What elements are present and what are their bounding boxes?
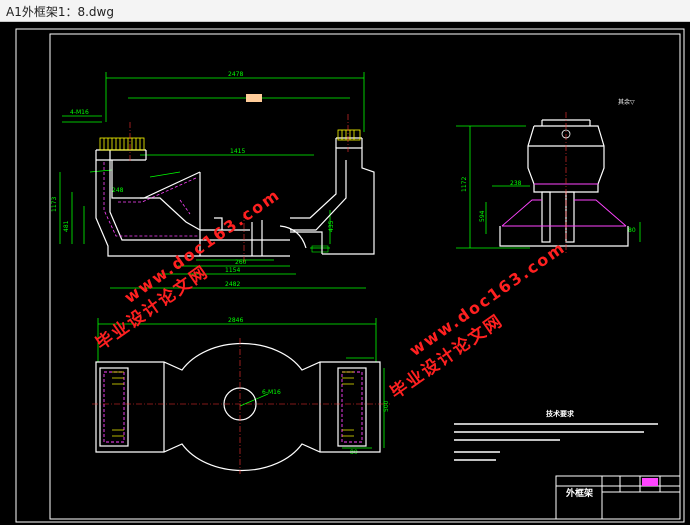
watermark-2-url: www.doc163.com — [406, 238, 569, 360]
title-block: 外框架 — [555, 475, 681, 520]
tech-notes-heading: 技术要求 — [546, 409, 575, 418]
svg-text:500: 500 — [383, 400, 390, 412]
svg-text:481: 481 — [63, 220, 70, 232]
svg-text:435: 435 — [328, 220, 335, 232]
watermark-2: 毕业设计论文网 www.doc163.com — [386, 238, 569, 404]
svg-text:1172: 1172 — [461, 177, 468, 192]
drawing-canvas[interactable]: 2478 1415 1154 2482 260 1173 481 435 248… — [0, 22, 690, 525]
svg-text:6-M16: 6-M16 — [262, 389, 281, 396]
front-view: 2478 1415 1154 2482 260 1173 481 435 248… — [51, 71, 375, 289]
svg-text:2482: 2482 — [225, 281, 240, 288]
svg-text:260: 260 — [235, 259, 247, 266]
svg-text:4-M16: 4-M16 — [70, 109, 89, 116]
svg-text:1415: 1415 — [230, 148, 245, 155]
window-title: A1外框架1：8.dwg — [6, 5, 114, 19]
top-view: 2846 500 80 6-M16 — [92, 317, 390, 474]
cad-drawing: 2478 1415 1154 2482 260 1173 481 435 248… — [15, 28, 685, 523]
watermark-1-url: www.doc163.com — [121, 185, 284, 307]
title-block-part-name: 外框架 — [565, 487, 593, 499]
svg-text:80: 80 — [628, 227, 636, 234]
watermark-1: 毕业设计论文网 www.doc163.com — [92, 185, 284, 355]
svg-text:2846: 2846 — [228, 317, 243, 324]
side-view: 1172 594 238 80 其余▽ — [456, 98, 641, 254]
svg-text:248: 248 — [112, 187, 124, 194]
svg-text:1154: 1154 — [225, 267, 240, 274]
svg-text:其余▽: 其余▽ — [618, 98, 635, 106]
svg-text:238: 238 — [510, 180, 522, 187]
svg-text:2478: 2478 — [228, 71, 243, 78]
tech-notes: 技术要求 — [454, 409, 658, 461]
window-titlebar: A1外框架1：8.dwg — [0, 0, 690, 22]
svg-text:594: 594 — [479, 210, 486, 222]
svg-text:1173: 1173 — [51, 197, 58, 212]
